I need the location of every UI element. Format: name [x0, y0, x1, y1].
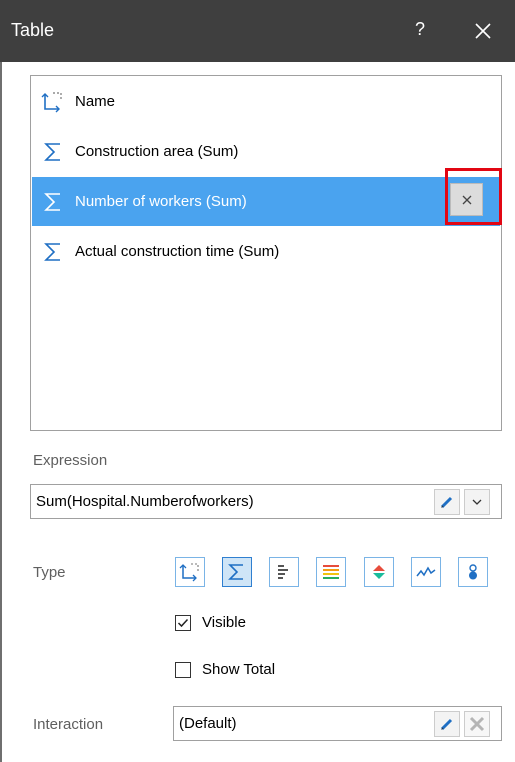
expression-dropdown-button[interactable] — [464, 489, 490, 515]
type-data-bars-button[interactable] — [269, 557, 299, 587]
color-bars-icon — [323, 565, 339, 579]
expression-combo[interactable]: Sum(Hospital.Numberofworkers) — [30, 484, 502, 519]
sigma-icon — [39, 190, 67, 214]
checkmark-icon — [177, 618, 189, 627]
interaction-value: (Default) — [179, 715, 237, 732]
sparkline-icon — [416, 566, 436, 577]
bars-icon — [278, 565, 288, 579]
highlight-box — [445, 168, 502, 225]
window-border — [0, 62, 2, 762]
visible-label: Visible — [202, 614, 246, 631]
pencil-icon — [440, 718, 453, 731]
type-measure-button[interactable] — [222, 557, 252, 587]
interaction-label: Interaction — [33, 716, 104, 733]
show-total-checkbox-row[interactable]: Show Total — [175, 661, 275, 678]
list-item-label: Name — [75, 93, 116, 110]
bubble-icon — [469, 564, 477, 580]
interaction-combo[interactable]: (Default) — [173, 706, 502, 741]
edit-interaction-button[interactable] — [434, 711, 460, 737]
dimension-icon — [179, 563, 199, 582]
edit-expression-button[interactable] — [434, 489, 460, 515]
indicator-icon — [373, 565, 385, 579]
dimension-icon — [39, 90, 67, 114]
expression-label: Expression — [33, 452, 108, 469]
list-item-name[interactable]: Name — [32, 77, 500, 126]
show-total-checkbox[interactable] — [175, 661, 191, 678]
window-title: Table — [11, 20, 55, 40]
chevron-down-icon — [472, 499, 482, 505]
type-bubble-button[interactable] — [458, 557, 488, 587]
sigma-icon — [39, 240, 67, 264]
visible-checkbox[interactable] — [175, 614, 191, 631]
list-item-actual-construction-time[interactable]: Actual construction time (Sum) — [32, 227, 500, 276]
type-color-scale-button[interactable] — [316, 557, 346, 587]
close-button[interactable] — [468, 16, 498, 46]
clear-interaction-button[interactable] — [464, 711, 490, 737]
fields-list[interactable]: Name Construction area (Sum) Number of w… — [30, 75, 502, 431]
visible-checkbox-row[interactable]: Visible — [175, 614, 246, 631]
sigma-icon — [39, 140, 67, 164]
list-item-label: Actual construction time (Sum) — [75, 243, 280, 260]
type-dimension-button[interactable] — [175, 557, 205, 587]
show-total-label: Show Total — [202, 661, 276, 678]
help-button[interactable]: ? — [410, 19, 430, 40]
clear-icon — [469, 716, 485, 732]
list-item-label: Construction area (Sum) — [75, 143, 239, 160]
list-item-label: Number of workers (Sum) — [75, 193, 247, 210]
type-indicator-button[interactable] — [364, 557, 394, 587]
sigma-icon — [228, 564, 243, 580]
pencil-icon — [440, 496, 453, 509]
title-bar: Table ? — [0, 0, 515, 62]
type-sparkline-button[interactable] — [411, 557, 441, 587]
close-icon — [475, 23, 491, 39]
type-label: Type — [33, 564, 66, 581]
expression-value: Sum(Hospital.Numberofworkers) — [36, 493, 254, 510]
list-item-number-of-workers[interactable]: Number of workers (Sum) — [32, 177, 500, 226]
list-item-construction-area[interactable]: Construction area (Sum) — [32, 127, 500, 176]
